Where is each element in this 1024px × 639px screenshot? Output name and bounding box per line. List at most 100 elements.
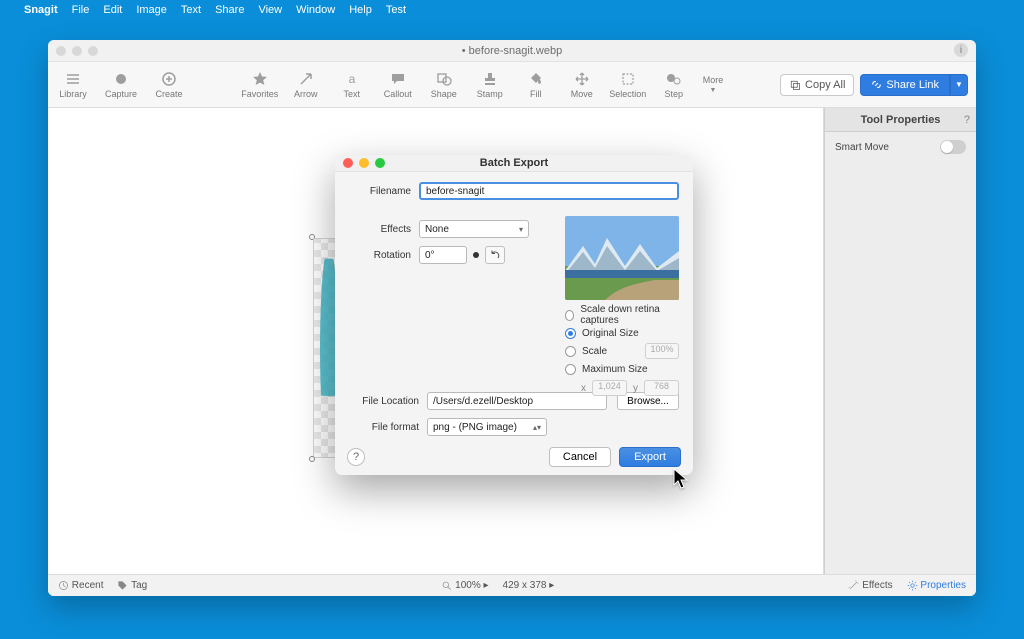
- library-button[interactable]: Library: [56, 71, 90, 99]
- radio-icon: [565, 364, 576, 375]
- create-button[interactable]: Create: [152, 71, 186, 99]
- toolbar-label: Create: [155, 89, 182, 99]
- dialog-help-button[interactable]: ?: [347, 448, 365, 466]
- dimensions-control[interactable]: 429 x 378 ▸: [503, 580, 555, 591]
- file-format-select[interactable]: png - (PNG image)▴▾: [427, 418, 547, 436]
- dialog-body: Filename Effects None▾ Rotation: [335, 172, 693, 444]
- menubar-item-window[interactable]: Window: [296, 4, 335, 16]
- rotation-input[interactable]: [419, 246, 467, 264]
- export-button[interactable]: Export: [619, 447, 681, 467]
- capture-button[interactable]: Capture: [104, 71, 138, 99]
- gear-icon: [907, 580, 918, 591]
- copy-icon: [789, 79, 801, 91]
- step-icon: [666, 71, 682, 87]
- tag-button[interactable]: Tag: [117, 580, 147, 591]
- properties-button[interactable]: Properties: [907, 580, 966, 591]
- menubar-item-help[interactable]: Help: [349, 4, 372, 16]
- mac-menubar: Snagit File Edit Image Text Share View W…: [0, 0, 1024, 20]
- file-format-label: File format: [349, 422, 427, 433]
- toolbar-tools: Favorites Arrow aText Callout Shape Stam…: [186, 71, 780, 99]
- rotate-icon: [489, 249, 501, 261]
- toolbar: Library Capture Create Favorites Arrow a…: [48, 62, 976, 108]
- filename-label: Filename: [349, 186, 419, 197]
- plus-circle-icon: [161, 71, 177, 87]
- dialog-title: Batch Export: [335, 157, 693, 169]
- magnifier-icon: [441, 580, 452, 591]
- window-title: • before-snagit.webp: [48, 45, 976, 57]
- fill-tool[interactable]: Fill: [519, 71, 553, 99]
- chevron-down-icon: ▾: [519, 225, 523, 234]
- radio-icon: [565, 346, 576, 357]
- radio-icon: [565, 310, 574, 321]
- menubar-app[interactable]: Snagit: [24, 4, 58, 16]
- wand-icon: [848, 580, 859, 591]
- hamburger-icon: [65, 71, 81, 87]
- rotation-dial-icon[interactable]: [473, 252, 479, 258]
- menubar-item-test[interactable]: Test: [386, 4, 406, 16]
- selection-handle[interactable]: [309, 456, 315, 462]
- stamp-tool[interactable]: Stamp: [473, 71, 507, 99]
- copy-all-button[interactable]: Copy All: [780, 74, 854, 96]
- properties-help-icon[interactable]: ?: [964, 114, 970, 126]
- effects-label: Effects: [349, 224, 419, 235]
- rotation-reset-button[interactable]: [485, 246, 505, 264]
- selection-icon: [620, 71, 636, 87]
- smart-move-row: Smart Move: [825, 132, 976, 162]
- toolbar-left: Library Capture Create: [56, 71, 186, 99]
- step-tool[interactable]: Step: [657, 71, 691, 99]
- menubar-item-text[interactable]: Text: [181, 4, 201, 16]
- selection-tool[interactable]: Selection: [611, 71, 645, 99]
- shape-tool[interactable]: Shape: [427, 71, 461, 99]
- scale-down-option[interactable]: Scale down retina captures: [565, 306, 679, 324]
- clock-icon: [58, 580, 69, 591]
- smart-move-toggle[interactable]: [940, 140, 966, 154]
- preview-column: Scale down retina captures Original Size…: [565, 216, 679, 396]
- max-size-option[interactable]: Maximum Size: [565, 360, 679, 378]
- share-link-button[interactable]: Share Link: [860, 74, 950, 96]
- width-input[interactable]: 1,024: [592, 380, 627, 396]
- file-location-label: File Location: [349, 396, 427, 407]
- statusbar: Recent Tag 100% ▸ 429 x 378 ▸ Effects Pr…: [48, 574, 976, 596]
- share-dropdown-button[interactable]: ▼: [950, 74, 968, 96]
- text-a-icon: a: [344, 71, 360, 87]
- tag-icon: [117, 580, 128, 591]
- rotation-label: Rotation: [349, 250, 419, 261]
- record-icon: [113, 71, 129, 87]
- recent-button[interactable]: Recent: [58, 580, 103, 591]
- stamp-icon: [482, 71, 498, 87]
- cancel-button[interactable]: Cancel: [549, 447, 611, 467]
- arrow-tool[interactable]: Arrow: [289, 71, 323, 99]
- menubar-item-edit[interactable]: Edit: [103, 4, 122, 16]
- shape-icon: [436, 71, 452, 87]
- arrow-icon: [298, 71, 314, 87]
- move-tool[interactable]: Move: [565, 71, 599, 99]
- height-input[interactable]: 768: [644, 380, 679, 396]
- move-icon: [574, 71, 590, 87]
- filename-input[interactable]: [419, 182, 679, 200]
- original-size-option[interactable]: Original Size: [565, 324, 679, 342]
- effects-select[interactable]: None▾: [419, 220, 529, 238]
- radio-selected-icon: [565, 328, 576, 339]
- toolbar-label: Library: [59, 89, 87, 99]
- window-titlebar: • before-snagit.webp i: [48, 40, 976, 62]
- toolbar-right: Copy All Share Link ▼: [780, 74, 968, 96]
- zoom-control[interactable]: 100% ▸: [441, 580, 488, 591]
- batch-export-dialog: Batch Export Filename Effects None▾ Rota…: [335, 155, 693, 475]
- callout-icon: [390, 71, 406, 87]
- dimension-inputs: x 1,024 y 768: [565, 380, 679, 396]
- lower-form: File Location Browse... File format png …: [349, 392, 679, 436]
- menubar-item-share[interactable]: Share: [215, 4, 244, 16]
- menubar-item-image[interactable]: Image: [136, 4, 167, 16]
- dialog-footer: ? Cancel Export: [335, 444, 693, 475]
- favorites-tool[interactable]: Favorites: [243, 71, 277, 99]
- callout-tool[interactable]: Callout: [381, 71, 415, 99]
- more-tools[interactable]: More▼: [703, 71, 724, 99]
- window-info-icon[interactable]: i: [954, 43, 968, 57]
- preview-thumbnail: [565, 216, 679, 300]
- scale-percent-input[interactable]: 100%: [645, 343, 679, 359]
- text-tool[interactable]: aText: [335, 71, 369, 99]
- menubar-item-file[interactable]: File: [72, 4, 90, 16]
- scale-option[interactable]: Scale100%: [565, 342, 679, 360]
- menubar-item-view[interactable]: View: [258, 4, 282, 16]
- effects-button[interactable]: Effects: [848, 580, 892, 591]
